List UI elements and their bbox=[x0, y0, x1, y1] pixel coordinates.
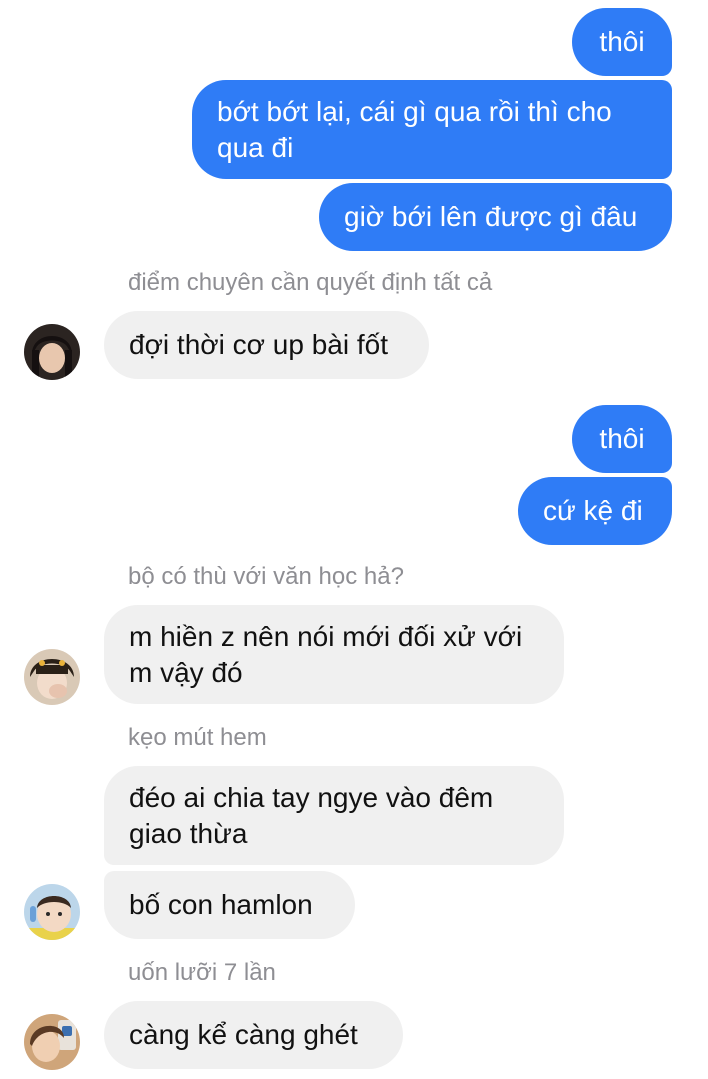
outgoing-message[interactable]: bớt bớt lại, cái gì qua rồi thì cho qua … bbox=[192, 80, 672, 179]
incoming-message[interactable]: càng kể càng ghét bbox=[104, 1001, 403, 1069]
outgoing-message[interactable]: thôi bbox=[572, 405, 672, 473]
incoming-message[interactable]: m hiền z nên nói mới đối xử với m vậy đó bbox=[104, 605, 564, 704]
message-text: đéo ai chia tay ngye vào đêm giao thừa bbox=[129, 781, 494, 849]
message-text: đợi thời cơ up bài fốt bbox=[129, 329, 388, 360]
message-text: bớt bớt lại, cái gì qua rồi thì cho qua … bbox=[217, 95, 612, 163]
avatar-dark-hair[interactable] bbox=[24, 324, 80, 380]
sender-name: bộ có thù với văn học hả? bbox=[128, 563, 404, 590]
sender-name: kẹo mút hem bbox=[128, 724, 267, 751]
message-text: cứ kệ đi bbox=[543, 495, 643, 526]
incoming-message[interactable]: đợi thời cơ up bài fốt bbox=[104, 311, 429, 379]
outgoing-message[interactable]: thôi bbox=[572, 8, 672, 76]
message-text: thôi bbox=[599, 423, 645, 454]
outgoing-message[interactable]: cứ kệ đi bbox=[518, 477, 672, 545]
incoming-message[interactable]: đéo ai chia tay ngye vào đêm giao thừa bbox=[104, 766, 564, 865]
avatar-baby[interactable] bbox=[24, 884, 80, 940]
sender-name: điểm chuyên cần quyết định tất cả bbox=[128, 269, 493, 296]
incoming-message[interactable]: bố con hamlon bbox=[104, 871, 355, 939]
avatar-girl-hand[interactable] bbox=[24, 649, 80, 705]
avatar-selfie[interactable] bbox=[24, 1014, 80, 1070]
outgoing-message[interactable]: giờ bới lên được gì đâu bbox=[319, 183, 672, 251]
message-text: thôi bbox=[599, 26, 645, 57]
message-text: giờ bới lên được gì đâu bbox=[344, 201, 638, 232]
sender-name: uốn lưỡi 7 lần bbox=[128, 959, 276, 986]
message-text: m hiền z nên nói mới đối xử với m vậy đó bbox=[129, 620, 523, 688]
message-text: bố con hamlon bbox=[129, 889, 313, 920]
message-text: càng kể càng ghét bbox=[129, 1019, 358, 1050]
